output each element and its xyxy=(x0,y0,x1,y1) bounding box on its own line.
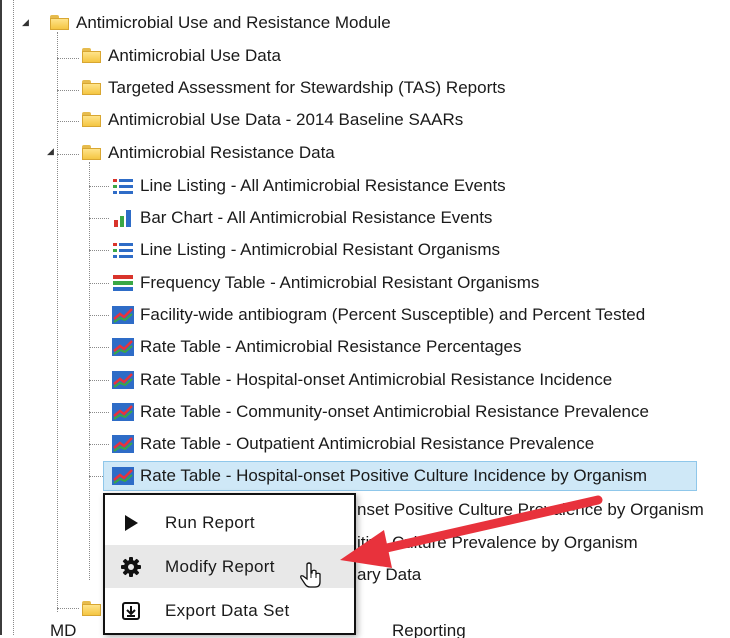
report-label: Rate Table - Outpatient Antimicrobial Re… xyxy=(140,434,595,453)
frequency-table-icon xyxy=(113,275,133,291)
folder-label: Antimicrobial Use Data xyxy=(108,46,281,65)
line-listing-icon xyxy=(113,179,133,194)
menu-item-label: Modify Report xyxy=(165,557,275,576)
rate-table-icon xyxy=(112,306,134,324)
report-partial-prevalence-by-organism[interactable]: nset Positive Culture Prevalence by Orga… xyxy=(357,497,704,523)
play-icon xyxy=(125,515,138,531)
folder-icon xyxy=(82,48,101,63)
report-label: nset Positive Culture Prevalence by Orga… xyxy=(357,500,704,519)
folder-label: Targeted Assessment for Stewardship (TAS… xyxy=(108,78,506,97)
tree-connector xyxy=(13,0,14,635)
tree-connector xyxy=(89,250,109,251)
folder-icon xyxy=(82,601,101,616)
tree-connector xyxy=(89,412,109,413)
tree-connector xyxy=(89,218,109,219)
report-label: Rate Table - Antimicrobial Resistance Pe… xyxy=(140,337,522,356)
report-label: Facility-wide antibiogram (Percent Susce… xyxy=(140,305,646,324)
bar-chart-icon xyxy=(114,210,131,227)
folder-icon xyxy=(50,15,69,30)
tree-connector xyxy=(57,608,79,609)
rate-table-icon xyxy=(112,435,134,453)
tree-connector xyxy=(89,162,90,580)
folder-label: MD xyxy=(50,624,77,638)
collapse-arrow-icon[interactable]: ◢ xyxy=(22,18,31,27)
export-icon xyxy=(122,602,140,620)
folder-label: Antimicrobial Resistance Data xyxy=(108,143,335,162)
collapse-arrow-icon[interactable]: ◢ xyxy=(47,147,56,156)
report-label: Line Listing - All Antimicrobial Resista… xyxy=(140,176,506,195)
tree-connector xyxy=(89,186,109,187)
folder-icon xyxy=(82,112,101,127)
folder-icon xyxy=(82,80,101,95)
tree-connector xyxy=(89,347,109,348)
tree-connector xyxy=(57,121,79,122)
folder-icon xyxy=(82,145,101,160)
rate-table-icon xyxy=(112,371,134,389)
report-label: Line Listing - Antimicrobial Resistant O… xyxy=(140,240,500,259)
folder-label: Antimicrobial Use Data - 2014 Baseline S… xyxy=(108,110,464,129)
menu-item-label: Run Report xyxy=(165,513,255,532)
tree-connector xyxy=(89,315,109,316)
hand-cursor-icon xyxy=(300,562,321,588)
tree-connector xyxy=(89,380,109,381)
folder-partial-reporting[interactable]: Reporting xyxy=(392,624,466,638)
menu-item-label: Export Data Set xyxy=(165,601,290,620)
folder-partial-md[interactable]: MD xyxy=(50,624,76,638)
tree-connector xyxy=(89,283,109,284)
gear-icon xyxy=(121,557,141,577)
folder-label: Antimicrobial Use and Resistance Module xyxy=(76,13,391,32)
rate-table-icon xyxy=(112,467,134,485)
folder-label: Reporting xyxy=(392,624,466,638)
tree-connector xyxy=(89,444,109,445)
report-partial-culture-prevalence[interactable]: itive Culture Prevalence by Organism xyxy=(357,530,638,556)
tree-connector xyxy=(57,90,79,91)
tree-connector xyxy=(57,32,58,612)
report-label: Rate Table - Community-onset Antimicrobi… xyxy=(140,402,649,421)
menu-item-export-data-set[interactable]: Export Data Set xyxy=(105,589,354,632)
tree-connector xyxy=(57,58,79,59)
report-partial-summary-data[interactable]: ary Data xyxy=(357,562,421,588)
report-label: Frequency Table - Antimicrobial Resistan… xyxy=(140,273,540,292)
report-label: ary Data xyxy=(357,565,422,584)
report-label: Rate Table - Hospital-onset Positive Cul… xyxy=(140,466,648,485)
rate-table-icon xyxy=(112,403,134,421)
line-listing-icon xyxy=(113,243,133,258)
rate-table-icon xyxy=(112,338,134,356)
report-label: Rate Table - Hospital-onset Antimicrobia… xyxy=(140,370,613,389)
report-label: itive Culture Prevalence by Organism xyxy=(357,533,638,552)
menu-item-run-report[interactable]: Run Report xyxy=(105,501,354,544)
report-label: Bar Chart - All Antimicrobial Resistance… xyxy=(140,208,493,227)
tree-connector xyxy=(57,154,79,155)
